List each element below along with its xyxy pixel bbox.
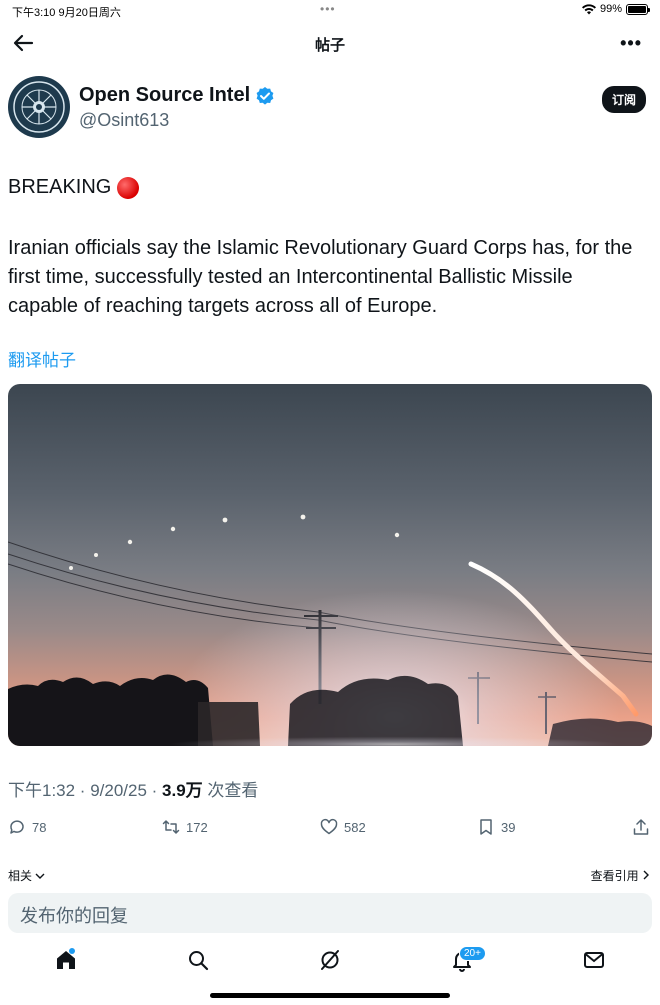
chevron-right-icon — [643, 870, 649, 880]
view-quotes-link[interactable]: 查看引用 — [591, 867, 650, 884]
status-time: 下午3:10 9月20日周六 — [12, 7, 121, 19]
heart-icon — [320, 818, 338, 835]
post-timestamp[interactable]: 下午1:32 · 9/20/25 · — [8, 781, 162, 800]
tweet-image[interactable] — [8, 384, 652, 746]
related-toggle[interactable]: 相关 — [8, 867, 45, 884]
home-indicator[interactable] — [210, 993, 450, 998]
multitasking-dots[interactable]: ••• — [320, 2, 336, 16]
author-handle[interactable]: @Osint613 — [79, 110, 169, 131]
reply-button[interactable]: 78 — [8, 818, 46, 836]
repost-icon — [162, 820, 180, 834]
more-options-icon[interactable]: ••• — [620, 33, 642, 54]
verified-badge-icon — [256, 86, 274, 105]
messages-tab-icon[interactable] — [582, 948, 606, 972]
translate-post-link[interactable]: 翻译帖子 — [8, 346, 76, 371]
bookmark-count: 39 — [501, 819, 516, 835]
home-unread-dot — [69, 948, 75, 954]
grok-tab-icon[interactable] — [318, 948, 342, 972]
view-quotes-label[interactable]: 查看引用 — [591, 869, 639, 883]
headline-text: BREAKING — [8, 176, 112, 198]
search-tab-icon[interactable] — [186, 948, 210, 972]
battery-fill — [628, 5, 646, 13]
reply-placeholder: 发布你的回复 — [20, 906, 128, 926]
missile-launch-photo — [8, 384, 652, 746]
view-count: 3.9万 — [162, 781, 203, 800]
status-indicators: 99% — [581, 3, 650, 15]
author-name-text[interactable]: Open Source Intel — [79, 84, 250, 107]
related-label[interactable]: 相关 — [8, 869, 32, 883]
bookmark-icon — [480, 819, 492, 835]
notifications-badge: 20+ — [459, 946, 486, 961]
like-count: 582 — [344, 819, 366, 835]
avatar[interactable] — [8, 76, 70, 138]
like-button[interactable]: 582 — [320, 818, 366, 836]
page-title: 帖子 — [314, 37, 345, 54]
repost-count: 172 — [186, 819, 208, 835]
tweet-text: Iranian officials say the Islamic Revolu… — [8, 237, 633, 317]
avatar-emblem-icon — [9, 77, 69, 137]
author-name[interactable]: Open Source Intel — [79, 84, 275, 107]
red-circle-emoji-icon — [117, 176, 140, 199]
view-count-label: 次查看 — [202, 781, 259, 800]
subscribe-button[interactable]: 订阅 — [601, 86, 646, 113]
tweet-meta: 下午1:32 · 9/20/25 · 3.9万 次查看 — [8, 776, 258, 801]
battery-icon — [626, 3, 650, 15]
reply-count: 78 — [32, 819, 47, 835]
battery-percent: 99% — [599, 3, 622, 15]
bookmark-button[interactable]: 39 — [477, 818, 515, 836]
chevron-down-icon — [35, 873, 45, 879]
reply-icon — [10, 820, 24, 834]
share-button[interactable] — [632, 818, 650, 836]
repost-button[interactable]: 172 — [162, 818, 208, 836]
tweet-headline: BREAKING — [8, 176, 140, 199]
share-icon — [633, 819, 649, 835]
wifi-icon — [581, 3, 596, 14]
reply-input[interactable]: 发布你的回复 — [8, 893, 652, 933]
